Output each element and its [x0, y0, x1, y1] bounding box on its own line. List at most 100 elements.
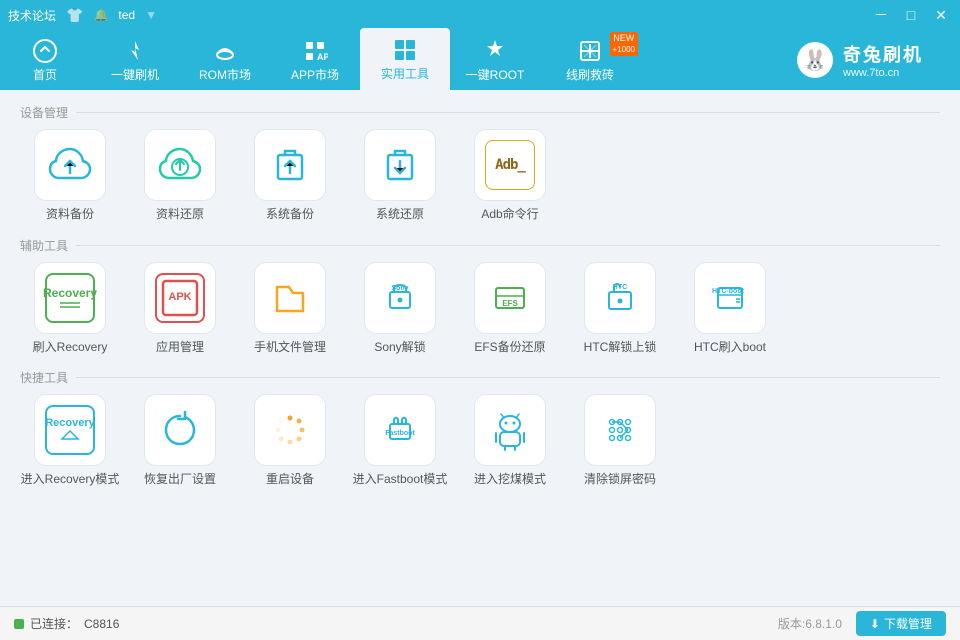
- recovery-text: Recovery: [45, 273, 95, 323]
- tool-app-manage-icon: APK: [144, 262, 216, 334]
- tool-reboot-label: 重启设备: [266, 472, 314, 488]
- tool-factory-reset-icon: [144, 394, 216, 466]
- nav-tools[interactable]: 实用工具: [360, 28, 450, 90]
- nav-wire-label: 线刷救砖: [566, 66, 614, 83]
- tool-clear-lock-label: 清除锁屏密码: [584, 472, 656, 488]
- tool-htc-boot-label: HTC刷入boot: [694, 340, 766, 356]
- ted-link[interactable]: ted: [118, 8, 135, 22]
- quick-tool-grid: Recovery 进入Recovery模式 恢复出厂设置: [20, 394, 940, 488]
- tool-restore-system-label: 系统还原: [376, 207, 424, 223]
- status-connection: 已连接： C8816: [14, 615, 119, 632]
- tool-htc-boot-icon: HTC-boot: [694, 262, 766, 334]
- svg-text:HTC-boot: HTC-boot: [712, 288, 745, 295]
- tool-miner-icon: [474, 394, 546, 466]
- tool-fastboot-icon: Fastboot: [364, 394, 436, 466]
- close-button[interactable]: ✕: [930, 4, 952, 26]
- tool-miner[interactable]: 进入挖煤模式: [460, 394, 560, 488]
- tool-restore-data-label: 资料还原: [156, 207, 204, 223]
- tool-backup-system-label: 系统备份: [266, 207, 314, 223]
- tool-backup-system[interactable]: 系统备份: [240, 129, 340, 223]
- titlebar-controls: － □ ✕: [870, 4, 952, 26]
- tool-file-manage-icon: [254, 262, 326, 334]
- svg-text:EFS: EFS: [502, 299, 518, 308]
- tool-miner-label: 进入挖煤模式: [474, 472, 546, 488]
- tool-clear-lock[interactable]: 清除锁屏密码: [570, 394, 670, 488]
- tool-adb-icon: Adb_: [474, 129, 546, 201]
- tool-factory-reset[interactable]: 恢复出厂设置: [130, 394, 230, 488]
- apk-text: APK: [155, 273, 205, 323]
- tool-htc-unlock-icon: HTC: [584, 262, 656, 334]
- restore-button[interactable]: □: [900, 4, 922, 26]
- tool-enter-recovery-icon: Recovery: [34, 394, 106, 466]
- tool-backup-data[interactable]: 资料备份: [20, 129, 120, 223]
- tool-reboot[interactable]: 重启设备: [240, 394, 340, 488]
- recovery2-text: Recovery: [45, 405, 95, 455]
- nav-flash[interactable]: 一键刷机: [90, 30, 180, 90]
- tool-restore-system[interactable]: 系统还原: [350, 129, 450, 223]
- tool-sony-unlock-icon: Sony: [364, 262, 436, 334]
- shirt-icon: 👕: [66, 7, 83, 24]
- tool-efs-icon: EFS: [474, 262, 546, 334]
- tool-reboot-icon: [254, 394, 326, 466]
- nav-app-label: APP市场: [291, 66, 339, 83]
- tool-sony-unlock-label: Sony解锁: [374, 340, 425, 356]
- status-right: 版本:6.8.1.0 ⬇ 下载管理: [778, 611, 946, 636]
- tool-backup-system-icon: [254, 129, 326, 201]
- tool-fastboot-label: 进入Fastboot模式: [353, 472, 448, 488]
- download-manage-button[interactable]: ⬇ 下载管理: [856, 611, 946, 636]
- tool-clear-lock-icon: [584, 394, 656, 466]
- tool-fastboot[interactable]: Fastboot 进入Fastboot模式: [350, 394, 450, 488]
- rabbit-icon: 🐰: [797, 42, 833, 78]
- section-quick-title: 快捷工具: [20, 369, 940, 386]
- tool-adb-label: Adb命令行: [481, 207, 538, 223]
- tool-flash-recovery-label: 刷入Recovery: [33, 340, 108, 356]
- tool-enter-recovery-label: 进入Recovery模式: [21, 472, 120, 488]
- tool-backup-data-icon: [34, 129, 106, 201]
- svg-text:APP: APP: [317, 52, 328, 62]
- logo-area: 🐰 奇兔刷机 www.7to.cn: [760, 30, 960, 90]
- nav-home[interactable]: 首页: [0, 30, 90, 90]
- tool-app-manage-label: 应用管理: [156, 340, 204, 356]
- svg-text:HTC: HTC: [613, 284, 627, 291]
- titlebar-left: 技术论坛 👕 🔔 ted ▼: [8, 7, 157, 24]
- section-device-title: 设备管理: [20, 104, 940, 121]
- statusbar: 已连接： C8816 版本:6.8.1.0 ⬇ 下载管理: [0, 606, 960, 640]
- new-badge: NEW +1000: [610, 32, 638, 56]
- svg-text:Sony: Sony: [391, 285, 408, 292]
- device-tool-grid: 资料备份 资料还原: [20, 129, 940, 223]
- adb-text: Adb_: [485, 140, 535, 190]
- nav-root[interactable]: 一键ROOT: [450, 30, 540, 90]
- tool-restore-system-icon: [364, 129, 436, 201]
- tool-sony-unlock[interactable]: Sony Sony解锁: [350, 262, 450, 356]
- section-helper-title: 辅助工具: [20, 237, 940, 254]
- tool-restore-data[interactable]: 资料还原: [130, 129, 230, 223]
- logo-text: 奇兔刷机 www.7to.cn: [843, 41, 923, 79]
- tool-file-manage[interactable]: 手机文件管理: [240, 262, 340, 356]
- nav-tools-label: 实用工具: [381, 65, 429, 82]
- tool-adb[interactable]: Adb_ Adb命令行: [460, 129, 560, 223]
- tool-factory-reset-label: 恢复出厂设置: [144, 472, 216, 488]
- badge-new: NEW: [613, 33, 635, 45]
- helper-tool-grid: Recovery 刷入Recovery APK 应用管理: [20, 262, 940, 356]
- svg-text:APK: APK: [168, 291, 191, 303]
- tool-enter-recovery[interactable]: Recovery 进入Recovery模式: [20, 394, 120, 488]
- nav-flash-label: 一键刷机: [111, 66, 159, 83]
- minimize-button[interactable]: －: [870, 4, 892, 26]
- connection-indicator: [14, 619, 24, 629]
- main-content: 设备管理 资料备份 资料还原: [0, 90, 960, 606]
- download-icon: ⬇: [870, 617, 880, 631]
- forum-link[interactable]: 技术论坛: [8, 7, 56, 24]
- tool-flash-recovery[interactable]: Recovery 刷入Recovery: [20, 262, 120, 356]
- nav-root-label: 一键ROOT: [466, 66, 525, 83]
- tool-htc-boot[interactable]: HTC-boot HTC刷入boot: [680, 262, 780, 356]
- version-label: 版本:6.8.1.0: [778, 615, 842, 632]
- tool-htc-unlock[interactable]: HTC HTC解锁上锁: [570, 262, 670, 356]
- nav-app[interactable]: APP APP市场: [270, 30, 360, 90]
- tool-app-manage[interactable]: APK 应用管理: [130, 262, 230, 356]
- tool-efs[interactable]: EFS EFS备份还原: [460, 262, 560, 356]
- nav-wire[interactable]: NEW +1000 线刷救砖: [540, 30, 640, 90]
- device-name: C8816: [84, 617, 119, 631]
- svg-text:Fastboot: Fastboot: [385, 430, 415, 437]
- nav-rom[interactable]: ROM市场: [180, 30, 270, 90]
- nav-rom-label: ROM市场: [199, 66, 251, 83]
